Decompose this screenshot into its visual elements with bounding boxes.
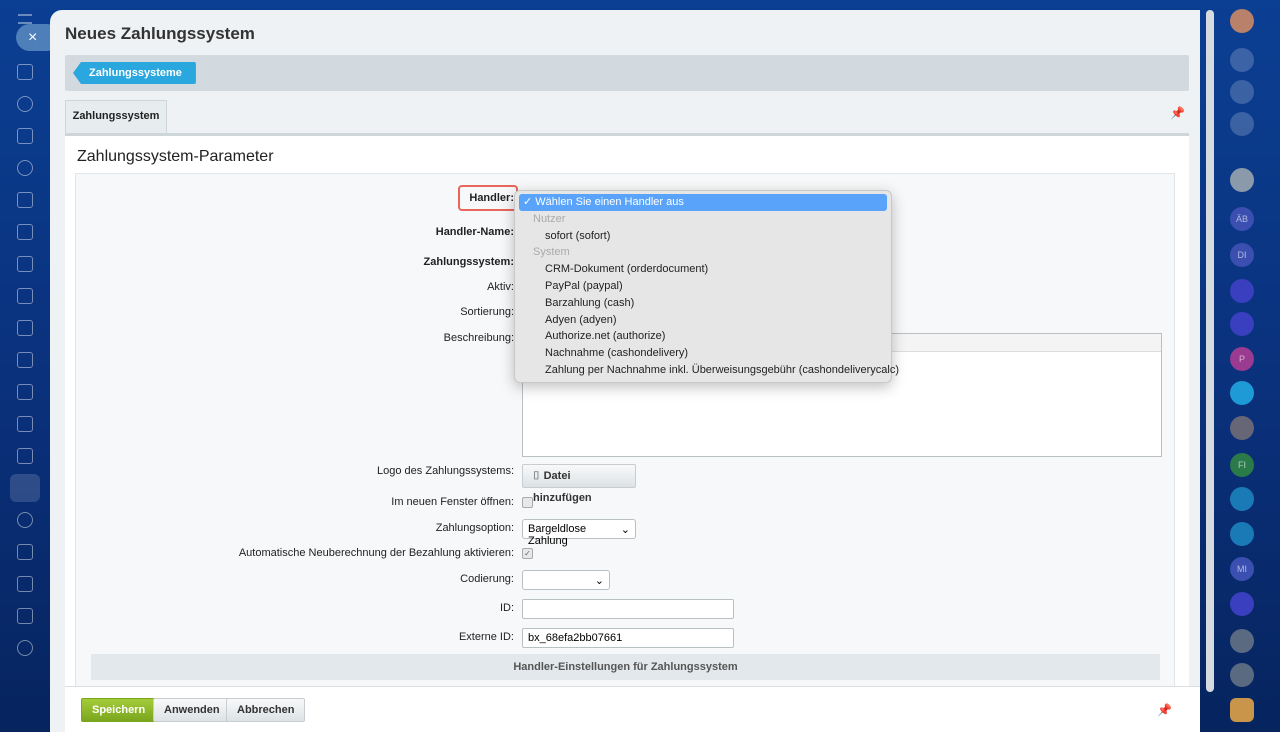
chevron-down-icon: ⌄ <box>620 524 630 536</box>
group-avatar[interactable] <box>1230 629 1254 653</box>
encoding-label: Codierung: <box>460 573 514 585</box>
planner-icon[interactable] <box>17 608 33 624</box>
auto-recalc-checkbox[interactable]: ✓ <box>522 548 533 559</box>
apply-button[interactable]: Anwenden <box>153 698 231 722</box>
add-file-button[interactable]: ⌷ Datei hinzufügen <box>522 464 636 504</box>
shop-icon[interactable] <box>10 474 40 502</box>
contact-avatar[interactable]: FI <box>1230 453 1254 477</box>
dropdown-option[interactable]: Zahlung per Nachnahme inkl. Überweisungs… <box>519 362 899 379</box>
copilot-chat-icon[interactable] <box>1230 312 1254 336</box>
new-window-checkbox[interactable] <box>522 497 533 508</box>
add-file-label: Datei hinzufügen <box>533 470 592 504</box>
dropdown-option[interactable]: Nachnahme (cashondelivery) <box>519 345 887 362</box>
save-button[interactable]: Speichern <box>81 698 157 722</box>
crm-icon[interactable] <box>17 96 33 112</box>
id-input[interactable] <box>522 599 734 619</box>
section-title: Zahlungssystem-Parameter <box>77 148 274 165</box>
new-window-label: Im neuen Fenster öffnen: <box>391 496 514 508</box>
handler-name-label: Handler-Name: <box>435 226 514 238</box>
chat-bubble-icon[interactable] <box>1230 381 1254 405</box>
payment-option-value: Bargeldlose Zahlung <box>528 523 587 547</box>
mail-icon[interactable] <box>17 256 33 272</box>
tab-zahlungssystem[interactable]: Zahlungssystem <box>65 100 167 133</box>
handler-highlight <box>458 185 518 211</box>
handler-settings-header: Handler-Einstellungen für Zahlungssystem <box>91 654 1160 680</box>
payment-option-label: Zahlungsoption: <box>435 522 514 534</box>
sign-icon[interactable] <box>17 384 33 400</box>
id-label: ID: <box>499 602 514 614</box>
aktiv-label: Aktiv: <box>487 281 514 293</box>
dropdown-option-selected[interactable]: ✓ Wählen Sie einen Handler aus <box>519 194 887 211</box>
pin-icon[interactable]: 📌 <box>1170 106 1185 120</box>
bell-icon[interactable] <box>1230 48 1254 72</box>
dropdown-option[interactable]: Authorize.net (authorize) <box>519 328 887 345</box>
scrollbar[interactable] <box>1206 10 1214 692</box>
auto-recalc-label: Automatische Neuberechnung der Bezahlung… <box>238 547 514 559</box>
sortierung-label: Sortierung: <box>460 306 514 318</box>
dropdown-group-label: System <box>533 246 570 259</box>
breadcrumb-zahlungssysteme[interactable]: Zahlungssysteme <box>73 62 196 84</box>
cancel-button[interactable]: Abbrechen <box>226 698 306 722</box>
home-icon[interactable] <box>17 64 33 80</box>
cards-icon[interactable] <box>17 192 33 208</box>
close-icon: × <box>28 29 38 46</box>
contact-avatar[interactable] <box>1230 168 1254 192</box>
contacts-icon[interactable] <box>17 160 33 176</box>
footer-bar: Speichern Anwenden Abbrechen 📌 <box>65 686 1200 732</box>
task-icon[interactable] <box>1230 487 1254 511</box>
groups-icon[interactable] <box>1230 698 1254 722</box>
contact-avatar[interactable]: ÄB <box>1230 207 1254 231</box>
encoding-select[interactable]: ⌄ <box>522 570 610 590</box>
logo-label: Logo des Zahlungssystems: <box>377 465 514 477</box>
dropdown-option[interactable]: PayPal (paypal) <box>519 278 887 295</box>
analytics-icon[interactable] <box>17 576 33 592</box>
handler-dropdown[interactable]: ✓ Wählen Sie einen Handler aus Nutzer so… <box>514 190 899 383</box>
marketing-icon[interactable] <box>17 512 33 528</box>
dropdown-option[interactable]: sofort (sofort) <box>519 228 887 245</box>
inventory-icon[interactable] <box>17 416 33 432</box>
paperclip-icon: ⌷ <box>533 470 540 482</box>
user-avatar[interactable] <box>1230 9 1254 33</box>
contact-avatar[interactable]: DI <box>1230 243 1254 267</box>
filter-icon[interactable] <box>17 352 33 368</box>
breadcrumb: Zahlungssysteme <box>65 55 1189 91</box>
left-sidebar: × <box>0 0 60 732</box>
copilot-chat-icon[interactable] <box>1230 592 1254 616</box>
dropdown-option[interactable]: Barzahlung (cash) <box>519 295 887 312</box>
payment-option-select[interactable]: Bargeldlose Zahlung ⌄ <box>522 519 636 547</box>
contact-avatar[interactable]: P <box>1230 347 1254 371</box>
sync-icon[interactable] <box>1230 112 1254 136</box>
tasks-icon[interactable] <box>17 224 33 240</box>
right-sidebar: ÄB DI P FI MI <box>1218 0 1280 732</box>
task-icon[interactable] <box>1230 522 1254 546</box>
menu-icon[interactable] <box>18 14 32 24</box>
external-id-input[interactable]: bx_68efa2bb07661 <box>522 628 734 648</box>
contact-avatar[interactable]: MI <box>1230 557 1254 581</box>
zahlungssystem-label: Zahlungssystem: <box>423 256 514 268</box>
copilot-chat-icon[interactable] <box>1230 279 1254 303</box>
sites-icon[interactable] <box>17 448 33 464</box>
beschreibung-label: Beschreibung: <box>443 332 514 344</box>
pin-icon[interactable]: 📌 <box>1157 703 1172 717</box>
chevron-down-icon: ⌄ <box>594 575 604 587</box>
page-title: Neues Zahlungssystem <box>65 24 255 43</box>
group-avatar[interactable] <box>1230 416 1254 440</box>
dropdown-group-label: Nutzer <box>533 212 566 225</box>
external-id-label: Externe ID: <box>458 631 514 643</box>
group-avatar[interactable] <box>1230 663 1254 687</box>
dropdown-option[interactable]: CRM-Dokument (orderdocument) <box>519 261 887 278</box>
apps-icon[interactable] <box>17 544 33 560</box>
dropdown-option[interactable]: Adyen (adyen) <box>519 312 887 329</box>
chat-icon[interactable] <box>17 320 33 336</box>
calendar-icon[interactable] <box>17 288 33 304</box>
settings-icon[interactable] <box>17 640 33 656</box>
documents-icon[interactable] <box>17 128 33 144</box>
copilot-icon[interactable] <box>1230 80 1254 104</box>
